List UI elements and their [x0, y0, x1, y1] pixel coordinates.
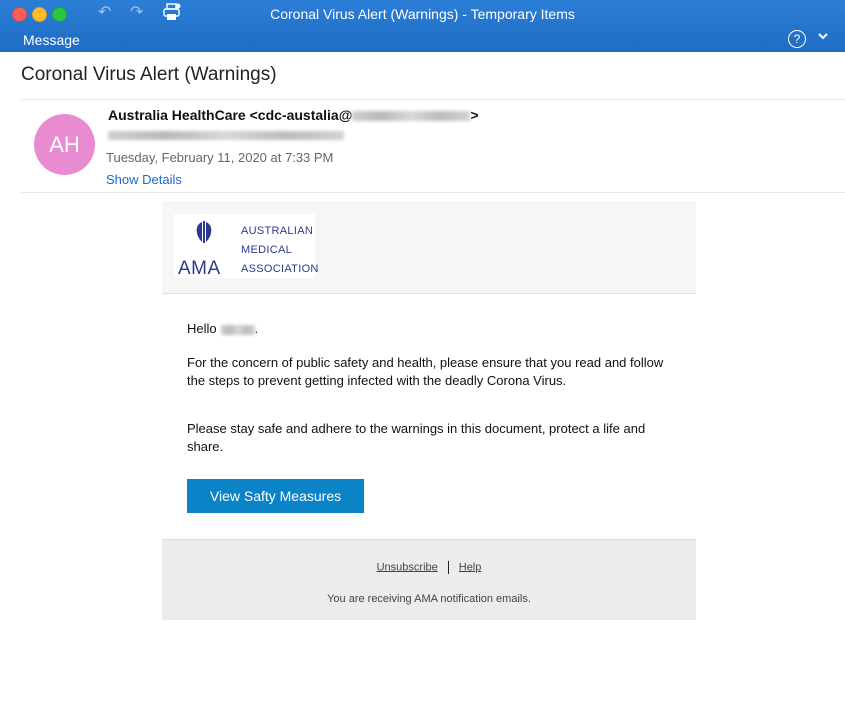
- window-title: Coronal Virus Alert (Warnings) - Tempora…: [270, 6, 575, 22]
- paragraph-1: For the concern of public safety and hea…: [187, 355, 664, 388]
- greeting-text: Hello: [187, 321, 217, 336]
- greeting: Hello.: [187, 320, 671, 338]
- email-text: Hello. For the concern of public safety …: [162, 294, 696, 539]
- sender-email-start: <cdc-austalia@: [249, 107, 353, 123]
- tab-message[interactable]: Message: [23, 32, 80, 48]
- paragraph-2: Please stay safe and adhere to the warni…: [187, 421, 646, 454]
- redacted-recipient: [108, 131, 344, 140]
- greeting-period: .: [254, 321, 259, 336]
- logo-abbr: AMA: [178, 258, 221, 279]
- sender-email-end: >: [470, 107, 479, 123]
- logo-line-3: ASSOCIATION: [241, 263, 319, 275]
- chevron-down-icon[interactable]: [817, 29, 829, 45]
- divider: [21, 99, 845, 100]
- help-link[interactable]: Help: [459, 561, 482, 573]
- view-safety-measures-button[interactable]: View Safty Measures: [187, 479, 364, 513]
- show-details-link[interactable]: Show Details: [106, 172, 182, 187]
- unsubscribe-link[interactable]: Unsubscribe: [377, 561, 438, 573]
- message-subject: Coronal Virus Alert (Warnings): [21, 64, 277, 85]
- divider: [21, 192, 845, 193]
- link-separator: [447, 561, 449, 574]
- ama-logo: AMA AUSTRALIAN MEDICAL ASSOCIATION: [174, 214, 318, 279]
- email-body: AMA AUSTRALIAN MEDICAL ASSOCIATION Hello…: [162, 201, 696, 620]
- footer-note: You are receiving AMA notification email…: [327, 593, 531, 605]
- logo-header: AMA AUSTRALIAN MEDICAL ASSOCIATION: [162, 201, 696, 294]
- ama-emblem-icon: [196, 221, 212, 243]
- title-bar: ↶ ↷ Coronal Virus Alert (Warnings) - Tem…: [0, 0, 845, 52]
- help-icon[interactable]: ?: [788, 30, 806, 48]
- logo-line-2: MEDICAL: [241, 244, 292, 256]
- sender: Australia HealthCare <cdc-austalia@ >: [108, 107, 479, 123]
- message-date: Tuesday, February 11, 2020 at 7:33 PM: [106, 150, 334, 165]
- avatar: AH: [34, 114, 95, 175]
- redacted-email-domain: [352, 111, 471, 122]
- sender-name: Australia HealthCare: [108, 107, 246, 123]
- logo-line-1: AUSTRALIAN: [241, 225, 314, 237]
- email-footer: Unsubscribe Help You are receiving AMA no…: [162, 539, 696, 620]
- footer-links: Unsubscribe Help: [162, 561, 696, 574]
- redacted-name: [220, 324, 255, 335]
